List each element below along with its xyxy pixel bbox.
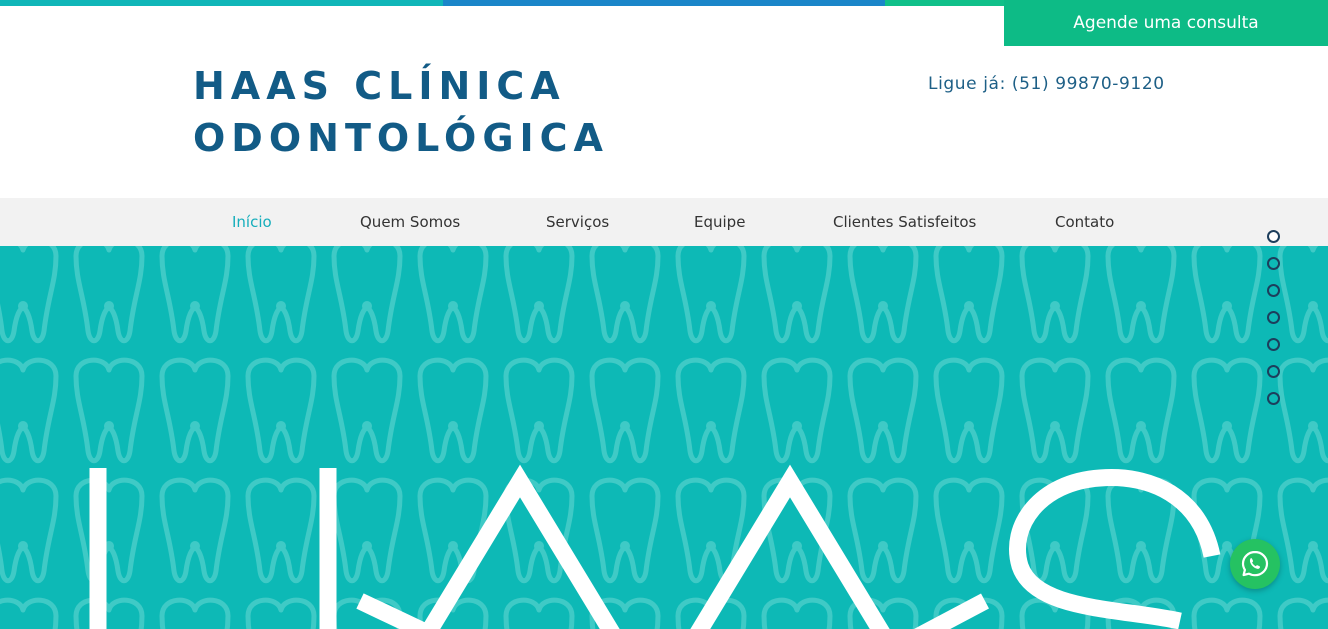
section-dot[interactable] xyxy=(1267,392,1280,405)
nav-item-quem-somos[interactable]: Quem Somos xyxy=(360,198,460,246)
accent-segment-blue xyxy=(442,0,886,6)
logo-line-1: HAAS CLÍNICA xyxy=(193,64,566,108)
section-dots xyxy=(1267,230,1281,405)
nav-item-servicos[interactable]: Serviços xyxy=(546,198,609,246)
nav-item-inicio[interactable]: Início xyxy=(232,198,272,246)
phone-number: Ligue já: (51) 99870-9120 xyxy=(928,74,1165,94)
section-dot[interactable] xyxy=(1267,284,1280,297)
section-dot[interactable] xyxy=(1267,311,1280,324)
nav-item-contato[interactable]: Contato xyxy=(1055,198,1114,246)
section-dot[interactable] xyxy=(1267,365,1280,378)
section-dot[interactable] xyxy=(1267,257,1280,270)
hero-banner xyxy=(0,246,1328,629)
section-dot[interactable] xyxy=(1267,338,1280,351)
site-logo[interactable]: HAAS CLÍNICA ODONTOLÓGICA xyxy=(193,60,609,164)
nav-item-equipe[interactable]: Equipe xyxy=(694,198,745,246)
nav-item-clientes-satisfeitos[interactable]: Clientes Satisfeitos xyxy=(833,198,976,246)
whatsapp-icon xyxy=(1241,550,1269,577)
whatsapp-button[interactable] xyxy=(1230,539,1280,589)
accent-segment-teal xyxy=(0,0,443,6)
hero-logo-mark xyxy=(89,464,1221,629)
section-dot[interactable] xyxy=(1267,230,1280,243)
main-nav: Início Quem Somos Serviços Equipe Client… xyxy=(0,198,1328,246)
logo-line-2: ODONTOLÓGICA xyxy=(193,116,609,160)
schedule-appointment-button[interactable]: Agende uma consulta xyxy=(1004,0,1328,46)
